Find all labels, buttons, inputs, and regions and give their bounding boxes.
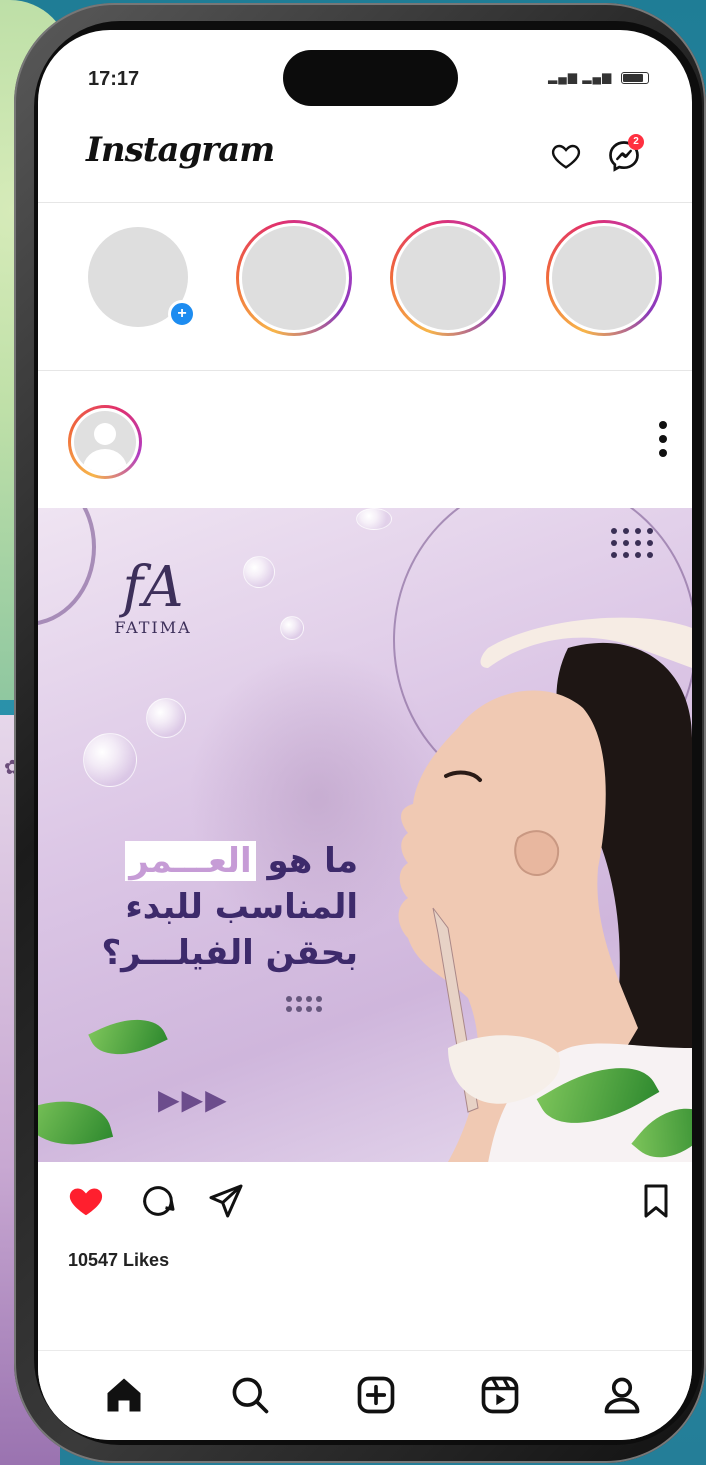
battery-icon bbox=[621, 72, 649, 84]
home-icon[interactable] bbox=[102, 1373, 146, 1417]
status-bar: 17:17 ▂▄▆ ▂▄▆ bbox=[38, 30, 692, 120]
status-time: 17:17 bbox=[88, 68, 140, 90]
decorative-arc bbox=[38, 508, 96, 626]
instagram-logo[interactable]: Instagram bbox=[86, 130, 275, 170]
brand-monogram: fA bbox=[122, 555, 184, 620]
post-headline: ما هو العـــمر المناسب للبدء بحقن الفيلـ… bbox=[58, 838, 358, 976]
heart-filled-icon[interactable] bbox=[66, 1181, 106, 1221]
app-header: Instagram 2 bbox=[38, 126, 692, 196]
story-item[interactable] bbox=[546, 220, 662, 336]
bookmark-icon[interactable] bbox=[636, 1181, 676, 1221]
post-avatar[interactable] bbox=[68, 405, 142, 479]
signal-icon: ▂▄▆ ▂▄▆ bbox=[548, 70, 613, 84]
headline-highlight: العـــمر bbox=[125, 841, 256, 881]
comment-icon[interactable] bbox=[138, 1181, 178, 1221]
leaf-decoration bbox=[88, 1004, 168, 1070]
brand-name: FATIMA bbox=[114, 618, 192, 637]
share-icon[interactable] bbox=[206, 1181, 246, 1221]
divider bbox=[38, 370, 692, 371]
woman-profile-illustration bbox=[398, 617, 692, 1162]
post-actions bbox=[38, 1175, 692, 1235]
bubble bbox=[280, 616, 304, 640]
more-options-icon[interactable] bbox=[658, 421, 668, 465]
likes-count[interactable]: 10547 Likes bbox=[68, 1250, 169, 1271]
phone-screen: 17:17 ▂▄▆ ▂▄▆ Instagram 2 + fA FATIMA ما… bbox=[38, 30, 692, 1440]
reels-icon[interactable] bbox=[478, 1373, 522, 1417]
bubble bbox=[83, 733, 137, 787]
bubble bbox=[243, 556, 275, 588]
story-item[interactable] bbox=[390, 220, 506, 336]
arrows-decoration: ▶▶▶ bbox=[158, 1084, 229, 1115]
bottom-tab-bar bbox=[38, 1350, 692, 1440]
divider bbox=[38, 202, 692, 203]
bubble bbox=[146, 698, 186, 738]
headline-line2: المناسب للبدء bbox=[125, 887, 358, 927]
profile-icon[interactable] bbox=[600, 1373, 644, 1417]
dots-decoration bbox=[286, 996, 322, 1012]
post-image[interactable]: fA FATIMA ما هو العـــمر المناسب للبدء ب… bbox=[38, 508, 692, 1162]
stories-row: + bbox=[38, 215, 692, 345]
post-header bbox=[38, 375, 692, 485]
add-story-icon[interactable]: + bbox=[168, 300, 196, 328]
heart-icon[interactable] bbox=[550, 140, 582, 172]
create-icon[interactable] bbox=[354, 1373, 398, 1417]
search-icon[interactable] bbox=[228, 1373, 272, 1417]
message-badge: 2 bbox=[628, 134, 644, 150]
leaf-decoration bbox=[38, 1088, 114, 1158]
brand-logo: fA FATIMA bbox=[98, 555, 208, 638]
dynamic-island bbox=[283, 50, 458, 106]
story-item[interactable] bbox=[236, 220, 352, 336]
headline-line3: بحقن الفيلـــر؟ bbox=[101, 933, 358, 973]
